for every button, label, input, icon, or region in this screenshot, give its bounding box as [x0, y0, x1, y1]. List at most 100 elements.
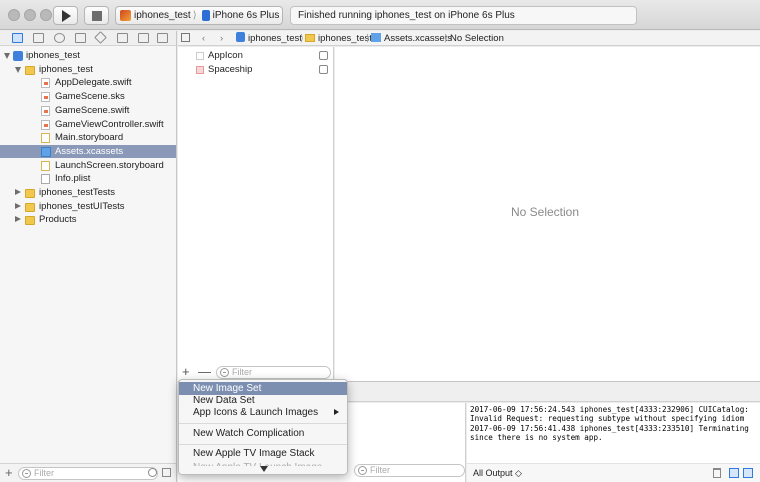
- navigator-tabs: [0, 31, 176, 46]
- navigator-item-label: Products: [39, 214, 77, 226]
- find-tab-icon[interactable]: [54, 33, 65, 43]
- navigator-item[interactable]: GameScene.swift: [0, 104, 176, 118]
- menu-item-label: New Apple TV Image Stack: [193, 448, 315, 459]
- jumpbar-selection[interactable]: No Selection: [450, 32, 504, 45]
- menu-item-new-watch-complication[interactable]: New Watch Complication: [179, 427, 347, 440]
- scm-filter-icon[interactable]: [162, 468, 171, 477]
- issue-tab-icon[interactable]: [75, 33, 86, 43]
- navigator-item[interactable]: Info.plist: [0, 172, 176, 186]
- menu-item-app-icons-launch-images[interactable]: App Icons & Launch Images: [179, 406, 347, 419]
- navigator-filter-bar: + Filter: [0, 463, 176, 482]
- navigator-item[interactable]: iphones_test: [0, 49, 176, 63]
- add-asset-button[interactable]: +: [182, 365, 190, 379]
- zoom-window-button[interactable]: [40, 9, 52, 21]
- disclosure-open-icon[interactable]: [15, 66, 21, 73]
- breakpoint-tab-icon[interactable]: [138, 33, 149, 43]
- asset-catalog-icon: [371, 33, 381, 42]
- asset-item-label: AppIcon: [208, 50, 243, 61]
- submenu-arrow-icon: [334, 409, 339, 415]
- menu-separator: [179, 423, 347, 424]
- app-icon-set-icon: [196, 52, 204, 60]
- jumpbar-file[interactable]: Assets.xcassets: [371, 32, 452, 45]
- menu-scroll-down-icon[interactable]: [260, 466, 268, 472]
- jumpbar-folder[interactable]: iphones_test: [305, 32, 372, 45]
- navigator-item[interactable]: LaunchScreen.storyboard: [0, 159, 176, 173]
- scheme-separator: ⟩: [192, 10, 197, 21]
- scheme-target-label: iphones_test: [134, 10, 191, 21]
- navigator-filter-placeholder: Filter: [34, 468, 54, 478]
- add-file-icon[interactable]: +: [5, 465, 13, 480]
- disclosure-closed-icon[interactable]: [15, 189, 21, 195]
- disclosure-closed-icon[interactable]: [15, 202, 21, 209]
- swift-file-icon: [41, 105, 50, 116]
- variables-filter-input[interactable]: Filter: [354, 464, 465, 477]
- test-tab-icon[interactable]: [94, 31, 107, 44]
- navigator-item[interactable]: iphones_test: [0, 63, 176, 77]
- close-window-button[interactable]: [8, 9, 20, 21]
- report-tab-icon[interactable]: [157, 33, 168, 43]
- play-icon: [62, 9, 71, 22]
- asset-item[interactable]: Spaceship: [178, 63, 333, 76]
- scheme-device-label: iPhone 6s Plus: [212, 10, 280, 21]
- project-navigator-tab-icon[interactable]: [12, 33, 23, 43]
- navigator-item[interactable]: iphones_testTests: [0, 186, 176, 200]
- jumpbar-project[interactable]: iphones_test: [236, 32, 302, 45]
- navigator-item[interactable]: Assets.xcassets: [0, 144, 176, 159]
- asset-filter-placeholder: Filter: [232, 367, 252, 377]
- folder-icon: [25, 65, 35, 75]
- asset-editor: No Selection: [335, 47, 760, 381]
- add-asset-menu: New Image Set New Data Set App Icons & L…: [178, 379, 348, 475]
- stop-button[interactable]: [84, 6, 109, 25]
- output-selector[interactable]: All Output ◇: [473, 468, 522, 479]
- source-control-tab-icon[interactable]: [33, 33, 44, 43]
- navigator-item[interactable]: Products: [0, 213, 176, 227]
- menu-item-clipped: New Apple TV Launch Image: [193, 462, 322, 466]
- console-bottom-bar: All Output ◇: [467, 463, 760, 482]
- folder-icon: [25, 216, 35, 226]
- menu-item-label: New Data Set: [193, 395, 255, 406]
- navigator-item-label: iphones_test: [39, 63, 93, 75]
- asset-list: AppIcon Spaceship + — Filter: [178, 47, 334, 381]
- trash-icon[interactable]: [713, 468, 721, 478]
- recent-files-icon[interactable]: [148, 468, 157, 477]
- run-button[interactable]: [53, 6, 78, 25]
- navigator-item[interactable]: Main.storyboard: [0, 131, 176, 145]
- project-icon: [236, 32, 245, 42]
- navigator-item-label: iphones_testUITests: [39, 200, 125, 212]
- show-console-icon[interactable]: [743, 468, 753, 478]
- navigator-item-label: AppDelegate.swift: [55, 77, 132, 89]
- remove-asset-button[interactable]: —: [198, 365, 211, 379]
- jumpbar-separator: ⟩: [444, 33, 448, 44]
- scheme-selector[interactable]: iphones_test ⟩ iPhone 6s Plus: [115, 6, 283, 25]
- app-target-icon: [120, 10, 131, 21]
- debug-tab-icon[interactable]: [117, 33, 128, 43]
- navigator-filter-input[interactable]: Filter: [18, 467, 158, 480]
- no-selection-label: No Selection: [510, 205, 580, 219]
- asset-item[interactable]: AppIcon: [178, 49, 333, 62]
- minimize-window-button[interactable]: [24, 9, 36, 21]
- show-variables-icon[interactable]: [729, 468, 739, 478]
- back-arrow-icon[interactable]: ‹: [202, 32, 205, 45]
- plist-icon: [41, 174, 50, 185]
- menu-item-new-apple-tv-image-stack[interactable]: New Apple TV Image Stack: [179, 447, 347, 460]
- menu-item-label: New Image Set: [193, 383, 262, 394]
- jumpbar-project-label: iphones_test: [248, 33, 302, 44]
- disclosure-closed-icon[interactable]: [15, 216, 21, 223]
- disclosure-open-icon[interactable]: [4, 53, 10, 59]
- navigator-item[interactable]: AppDelegate.swift: [0, 76, 176, 90]
- jumpbar-separator: ⟩: [366, 33, 370, 44]
- forward-arrow-icon[interactable]: ›: [220, 32, 223, 45]
- asset-item-label: Spaceship: [208, 63, 253, 75]
- window-toolbar: iphones_test ⟩ iPhone 6s Plus Finished r…: [0, 0, 760, 30]
- navigator-item-label: Main.storyboard: [55, 132, 124, 144]
- menu-item-label: New Watch Complication: [193, 428, 305, 439]
- navigator-item[interactable]: GameViewController.swift: [0, 118, 176, 132]
- asset-filter-input[interactable]: Filter: [216, 366, 331, 379]
- navigator-item[interactable]: iphones_testUITests: [0, 200, 176, 214]
- asset-type-badge-icon: [319, 64, 328, 74]
- device-icon: [201, 10, 210, 21]
- console-output: 2017-06-09 17:56:24.543 iphones_test[433…: [470, 405, 749, 443]
- filter-icon: [358, 466, 367, 475]
- navigator-item[interactable]: GameScene.sks: [0, 90, 176, 104]
- related-items-icon[interactable]: [181, 33, 190, 42]
